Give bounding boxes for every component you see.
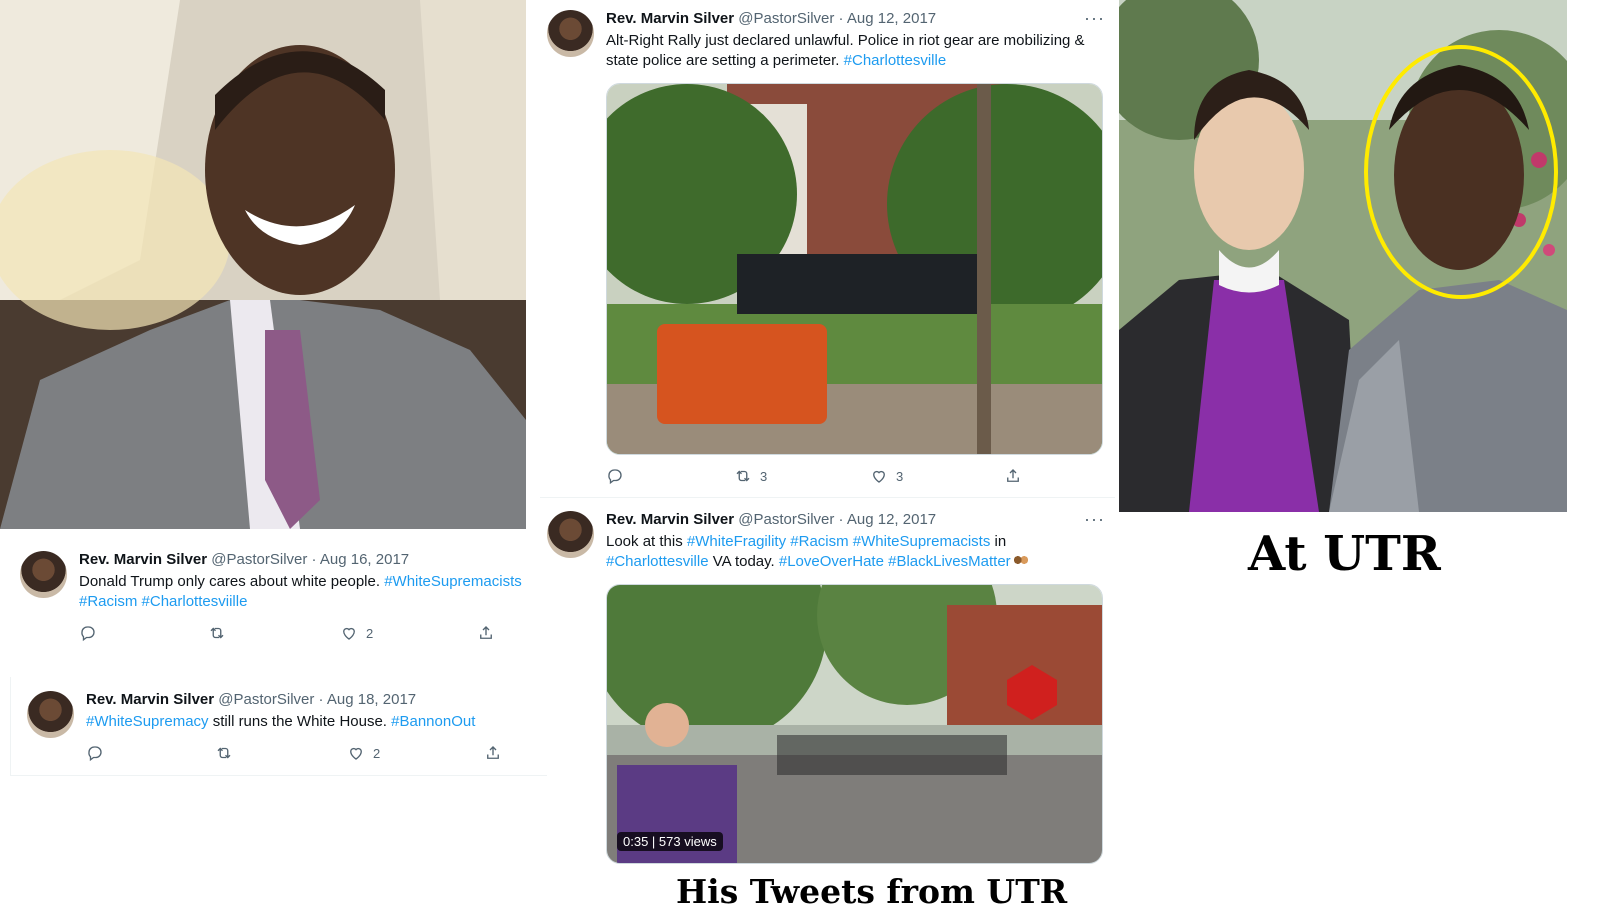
reply-icon [88,746,102,762]
author-name[interactable]: Rev. Marvin Silver [606,10,734,27]
hashtag-link[interactable]: #WhiteSupremacists [853,533,991,550]
tweet-header: Rev. Marvin Silver @PastorSilver · Aug 1… [606,511,936,528]
selfie-photo [0,0,526,529]
utr-photo-illustration [1119,0,1567,512]
tweet-text-line: Alt-Right Rally just declared unlawful. … [606,32,1085,49]
share-icon [480,626,492,639]
reply-button[interactable] [86,744,104,762]
emoji-icon [1012,554,1029,566]
tweet-media-video[interactable]: 0:35 | 573 views [606,584,1103,864]
like-button[interactable]: 2 [347,744,380,762]
tweet-text-line: state police are setting a perimeter. [606,52,844,69]
hashtag-link[interactable]: #Racism [79,593,137,610]
tweet-header: Rev. Marvin Silver @PastorSilver · Aug 1… [606,10,936,27]
hashtag-link[interactable]: #WhiteSupremacy [86,713,209,730]
avatar[interactable] [547,10,594,57]
tweet-text: Donald Trump only cares about white peop… [79,572,539,612]
caption-right: At UTR [1248,526,1441,582]
retweet-icon [210,627,224,639]
share-button[interactable] [484,744,502,762]
hashtag-link[interactable]: #WhiteFragility [687,533,786,550]
author-meta[interactable]: @PastorSilver · Aug 16, 2017 [211,551,409,568]
police-photo-illustration [607,84,1102,454]
utr-photo [1119,0,1567,512]
tweet-text-part: Donald Trump only cares about white peop… [79,573,385,590]
like-count: 2 [366,625,374,641]
retweet-button[interactable] [208,624,226,642]
video-time: 0:35 [623,834,649,849]
reply-button[interactable] [606,467,624,485]
avatar[interactable] [547,511,594,558]
hashtag-link[interactable]: #Racism [790,533,848,550]
share-button[interactable] [1004,467,1022,485]
like-icon [343,627,355,640]
author-name[interactable]: Rev. Marvin Silver [86,691,214,708]
reply-icon [608,469,622,485]
hashtag-link[interactable]: #Charlottesviille [142,593,248,610]
tweet-text-part: still runs the White House. [208,713,392,730]
reply-button[interactable] [79,624,97,642]
share-button[interactable] [477,624,495,642]
video-views: 573 views [658,834,717,849]
author-name[interactable]: Rev. Marvin Silver [606,511,734,528]
like-button[interactable]: 3 [870,467,903,485]
tweet-header: Rev. Marvin Silver @PastorSilver · Aug 1… [86,691,416,708]
selfie-illustration [0,0,526,529]
tweet-text-part: in [990,533,1007,550]
reply-icon [81,626,95,642]
tweet-text: Alt-Right Rally just declared unlawful. … [606,31,1106,71]
like-icon [873,470,885,483]
like-count: 3 [896,468,904,484]
march-video-illustration [607,585,1102,863]
avatar[interactable] [27,691,74,738]
tweet-actions: 2 [79,624,499,644]
tweet-text-part: Look at this [606,533,687,550]
like-button[interactable]: 2 [340,624,373,642]
author-name[interactable]: Rev. Marvin Silver [79,551,207,568]
retweet-icon [217,747,231,759]
video-duration-badge: 0:35 | 573 views [617,832,723,851]
tweet-header: Rev. Marvin Silver @PastorSilver · Aug 1… [79,551,409,568]
tweet-media-image[interactable] [606,83,1103,455]
hashtag-link[interactable]: #Charlottesville [606,553,709,570]
author-meta[interactable]: @PastorSilver · Aug 18, 2017 [218,691,416,708]
avatar[interactable] [20,551,67,598]
retweet-icon [736,470,750,482]
share-icon [487,746,499,759]
like-icon [350,747,362,760]
hashtag-link[interactable]: #BannonOut [391,713,475,730]
more-icon[interactable]: ··· [1084,8,1105,29]
hashtag-link[interactable]: #BlackLivesMatter [888,553,1011,570]
tweet-divider [540,497,1115,498]
author-meta[interactable]: @PastorSilver · Aug 12, 2017 [738,10,936,27]
like-count: 2 [373,745,381,761]
hashtag-link[interactable]: #Charlottesville [844,52,947,69]
tweet-text: #WhiteSupremacy still runs the White Hou… [86,712,536,732]
hashtag-link[interactable]: #LoveOverHate [779,553,884,570]
hashtag-link[interactable]: #WhiteSupremacists [384,573,522,590]
tweet-text: Look at this #WhiteFragility #Racism #Wh… [606,532,1106,572]
tweet-actions: 3 3 [606,467,1026,487]
tweet-text-part: VA today. [708,553,779,570]
more-icon[interactable]: ··· [1084,509,1105,530]
share-icon [1007,469,1019,482]
retweet-count: 3 [760,468,768,484]
retweet-button[interactable] [215,744,233,762]
author-meta[interactable]: @PastorSilver · Aug 12, 2017 [738,511,936,528]
tweet-actions: 2 [86,744,506,764]
caption-center: His Tweets from UTR [676,872,1068,911]
retweet-button[interactable]: 3 [734,467,767,485]
